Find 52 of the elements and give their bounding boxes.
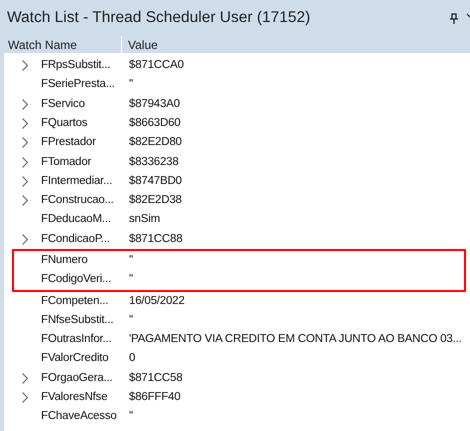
- watch-value: '': [128, 272, 133, 288]
- watch-name[interactable]: FPrestador: [41, 134, 127, 152]
- watch-name[interactable]: FCompeten...: [41, 292, 127, 310]
- expand-chevron-icon[interactable]: [22, 392, 28, 404]
- watch-value: $8747BD0: [128, 174, 182, 189]
- watch-value: '': [128, 312, 133, 328]
- watch-name[interactable]: FOrgaoGera...: [41, 370, 127, 388]
- expand-chevron-icon[interactable]: [22, 118, 28, 130]
- watch-value: $871CC58: [128, 370, 182, 386]
- expand-chevron-icon[interactable]: [22, 137, 28, 148]
- expand-chevron-icon[interactable]: [22, 60, 28, 72]
- watch-name[interactable]: FValorCredito: [41, 350, 127, 368]
- watch-value: '': [128, 409, 133, 424]
- watch-name[interactable]: FServico: [41, 96, 127, 113]
- column-header[interactable]: Value: [122, 36, 158, 54]
- watch-value: $8663D60: [128, 116, 180, 131]
- expand-chevron-icon[interactable]: [22, 195, 28, 206]
- watch-value: 0: [128, 351, 136, 366]
- watch-name[interactable]: FNumero: [41, 252, 127, 270]
- watch-name[interactable]: FDeducaoM...: [41, 211, 127, 229]
- expand-chevron-icon[interactable]: [22, 156, 28, 168]
- watch-value: $871CCA0: [128, 58, 184, 74]
- watch-value: snSim: [128, 212, 160, 228]
- watch-value: 'PAGAMENTO VIA CREDITO EM CONTA JUNTO AO BANCO 03...: [128, 332, 462, 348]
- expand-chevron-icon[interactable]: [22, 372, 28, 384]
- watch-name[interactable]: FOutrasInfor...: [41, 331, 127, 348]
- watch-value: $82E2D80: [128, 135, 182, 150]
- watch-name[interactable]: FChaveAcesso: [41, 408, 127, 426]
- expand-chevron-icon[interactable]: [22, 234, 28, 245]
- watch-name[interactable]: FQuartos: [41, 114, 127, 132]
- watch-value: $82E2D38: [128, 193, 182, 208]
- expand-chevron-icon[interactable]: [22, 176, 28, 187]
- pin-icon[interactable]: [450, 12, 458, 24]
- watch-value: $86FFF40: [128, 390, 180, 406]
- watch-name[interactable]: FConstrucao...: [41, 192, 127, 210]
- watch-name[interactable]: FIntermediar...: [41, 172, 127, 190]
- watch-value: $8336238: [128, 154, 179, 170]
- watch-value: '': [128, 252, 133, 268]
- column-header[interactable]: Watch Name: [8, 36, 77, 54]
- watch-name[interactable]: FSeriePresta...: [41, 76, 127, 94]
- window-title: Watch List - Thread Scheduler User (17152): [7, 8, 312, 28]
- watch-value: $871CC88: [128, 232, 182, 247]
- watch-name[interactable]: FTomador: [41, 154, 127, 171]
- watch-name[interactable]: FRpsSubstit...: [41, 57, 127, 74]
- watch-value: '': [128, 77, 133, 92]
- watch-name[interactable]: FNfseSubstit...: [41, 312, 127, 330]
- watch-name[interactable]: FCodigoVeri...: [41, 271, 127, 289]
- watch-value: $87943A0: [128, 96, 180, 112]
- expand-chevron-icon[interactable]: [22, 98, 28, 110]
- watch-name[interactable]: FValoresNfse: [41, 389, 127, 406]
- watch-value: 16/05/2022: [128, 294, 185, 309]
- watch-name[interactable]: FCondicaoP...: [41, 230, 127, 248]
